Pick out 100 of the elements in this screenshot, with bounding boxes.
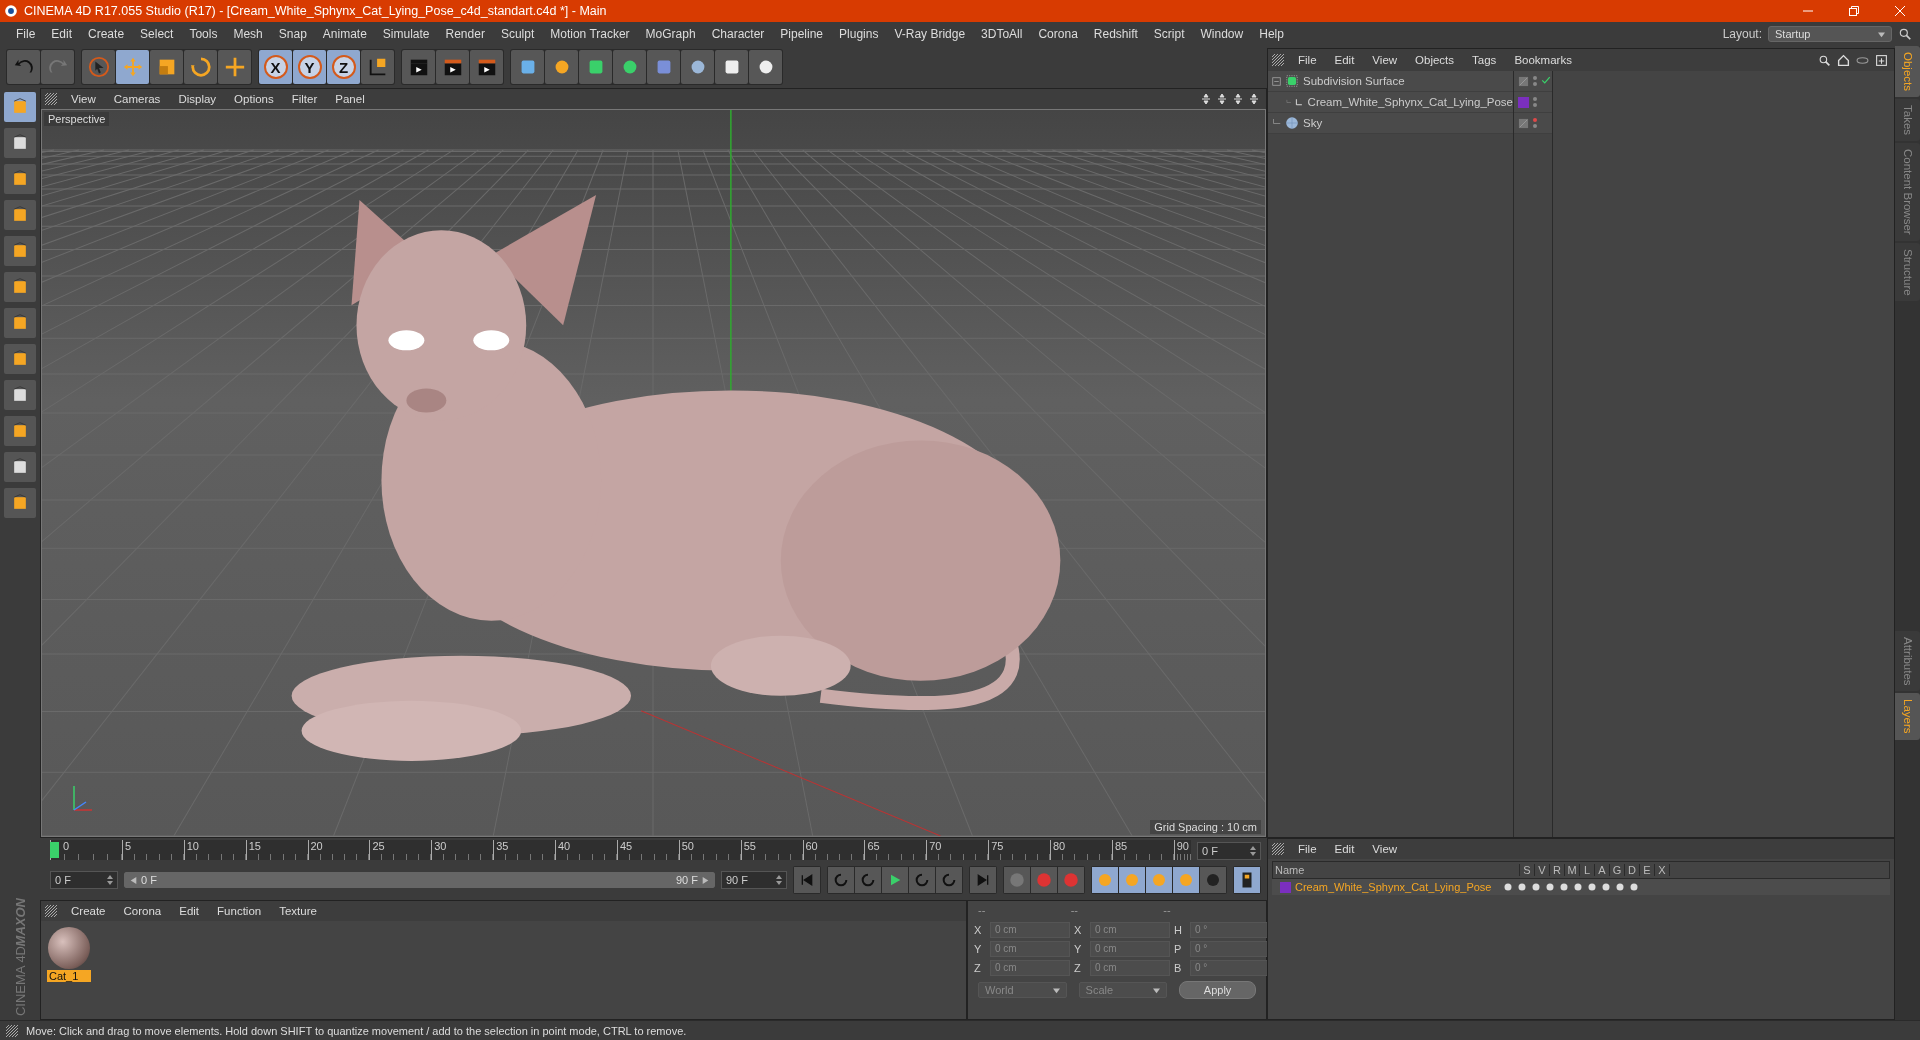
object-menu-item[interactable]: File (1290, 54, 1325, 66)
viewport-menu-item[interactable]: View (63, 93, 104, 105)
menu-item[interactable]: Tools (181, 27, 226, 41)
tool-button[interactable] (150, 50, 183, 84)
object-tool-button[interactable] (715, 50, 748, 84)
menu-item[interactable]: MoGraph (637, 27, 704, 41)
object-menu-item[interactable]: Tags (1464, 54, 1505, 66)
viewport[interactable]: Perspective Grid Spacing : 10 cm (41, 109, 1266, 837)
object-tool-button[interactable] (613, 50, 646, 84)
menu-item[interactable]: Animate (314, 27, 375, 41)
current-frame-field[interactable]: 0 F (1197, 842, 1261, 860)
go-to-start-button[interactable] (794, 867, 820, 893)
layout-dropdown[interactable]: Startup (1768, 26, 1892, 42)
menu-item[interactable]: Plugins (831, 27, 887, 41)
object-tool-button[interactable] (579, 50, 612, 84)
grip-icon[interactable] (1272, 54, 1284, 66)
playback-button[interactable] (882, 867, 908, 893)
menu-item[interactable]: Corona (1030, 27, 1086, 41)
timeline-button[interactable] (1234, 867, 1260, 893)
object-menu-item[interactable]: Objects (1407, 54, 1463, 66)
apply-button[interactable]: Apply (1179, 981, 1256, 999)
grip-icon[interactable] (45, 93, 57, 105)
menu-item[interactable]: Simulate (374, 27, 438, 41)
mode-button[interactable] (4, 344, 36, 374)
playback-button[interactable] (855, 867, 881, 893)
material-thumbnail[interactable]: Cat_1 (47, 927, 91, 982)
mode-button[interactable] (4, 128, 36, 158)
spinner-arrows-icon[interactable] (107, 875, 113, 885)
grip-icon[interactable] (45, 905, 57, 917)
menu-item[interactable]: Sculpt (492, 27, 543, 41)
layer-menu-item[interactable]: View (1364, 843, 1406, 855)
viewport-menu-item[interactable]: Display (170, 93, 225, 105)
menu-item[interactable]: Help (1251, 27, 1292, 41)
viewport-menu-item[interactable]: Options (226, 93, 282, 105)
viewport-menu-item[interactable]: Filter (283, 93, 326, 105)
menu-item[interactable]: Snap (270, 27, 315, 41)
spinner-arrows-icon[interactable] (776, 875, 782, 885)
object-row[interactable]: Cream_White_Sphynx_Cat_Lying_Pose (1268, 92, 1513, 113)
mode-button[interactable] (4, 200, 36, 230)
object-row[interactable]: Sky (1268, 113, 1513, 134)
grip-icon[interactable] (6, 1025, 18, 1037)
mode-button[interactable] (4, 452, 36, 482)
object-menu-item[interactable]: Bookmarks (1506, 54, 1580, 66)
layer-row[interactable]: Cream_White_Sphynx_Cat_Lying_Pose (1272, 879, 1890, 895)
menu-item[interactable]: Edit (43, 27, 81, 41)
visibility-dots[interactable] (1533, 118, 1537, 128)
object-tool-button[interactable] (681, 50, 714, 84)
tool-button[interactable] (184, 50, 217, 84)
object-menu-item[interactable]: Edit (1326, 54, 1363, 66)
mode-button[interactable] (4, 308, 36, 338)
mode-button[interactable] (4, 380, 36, 410)
material-menu-item[interactable]: Corona (115, 905, 170, 917)
visibility-dots[interactable] (1533, 97, 1537, 107)
end-frame-field[interactable]: 90 F (721, 871, 787, 889)
layer-swatch[interactable] (1518, 96, 1529, 108)
menu-item[interactable]: Redshift (1085, 27, 1146, 41)
menu-item[interactable]: Character (703, 27, 773, 41)
material-menu-item[interactable]: Create (63, 905, 114, 917)
menu-item[interactable]: 3DToAll (973, 27, 1031, 41)
object-tool-button[interactable] (511, 50, 544, 84)
visibility-dots[interactable] (1533, 76, 1537, 86)
mode-button[interactable] (4, 236, 36, 266)
viewport-menu-item[interactable]: Cameras (105, 93, 169, 105)
mode-button[interactable] (4, 488, 36, 518)
material-menu-item[interactable]: Function (209, 905, 270, 917)
render-button[interactable] (402, 50, 435, 84)
menu-item[interactable]: Select (132, 27, 182, 41)
playback-button[interactable] (828, 867, 854, 893)
spinner-arrows-icon[interactable] (1250, 846, 1256, 856)
menu-item[interactable]: Render (437, 27, 493, 41)
playback-button[interactable] (936, 867, 962, 893)
tool-button[interactable] (218, 50, 251, 84)
side-tab[interactable]: Objects (1895, 46, 1920, 97)
menu-item[interactable]: Window (1192, 27, 1252, 41)
menu-item[interactable]: Pipeline (772, 27, 832, 41)
object-row[interactable]: Subdivision Surface (1268, 71, 1513, 92)
menu-item[interactable]: Motion Tracker (542, 27, 638, 41)
tool-button[interactable] (82, 50, 115, 84)
axis-lock-button[interactable]: X (259, 50, 292, 84)
mode-button[interactable] (4, 164, 36, 194)
menu-item[interactable]: Create (80, 27, 133, 41)
undo-button[interactable] (7, 50, 40, 84)
grip-icon[interactable] (1272, 843, 1284, 855)
menu-item[interactable]: File (8, 27, 44, 41)
render-button[interactable] (470, 50, 503, 84)
layer-menu-item[interactable]: Edit (1326, 843, 1363, 855)
playback-button[interactable] (909, 867, 935, 893)
viewport-menu-item[interactable]: Panel (327, 93, 373, 105)
go-to-end-button[interactable] (970, 867, 996, 893)
mode-button[interactable] (4, 272, 36, 302)
mode-button[interactable] (4, 416, 36, 446)
menu-item[interactable]: Script (1145, 27, 1193, 41)
timeline-ruler[interactable]: 0 5 10 15 20 25 30 35 40 45 50 55 60 65 70 75 80 85 90 (50, 840, 1191, 860)
axis-lock-button[interactable]: Z (327, 50, 360, 84)
render-button[interactable] (436, 50, 469, 84)
axis-lock-button[interactable]: Y (293, 50, 326, 84)
object-tool-button[interactable] (545, 50, 578, 84)
layer-menu-item[interactable]: File (1290, 843, 1325, 855)
material-menu-item[interactable]: Texture (271, 905, 325, 917)
frame-range-slider[interactable]: 0 F 90 F (124, 872, 715, 888)
